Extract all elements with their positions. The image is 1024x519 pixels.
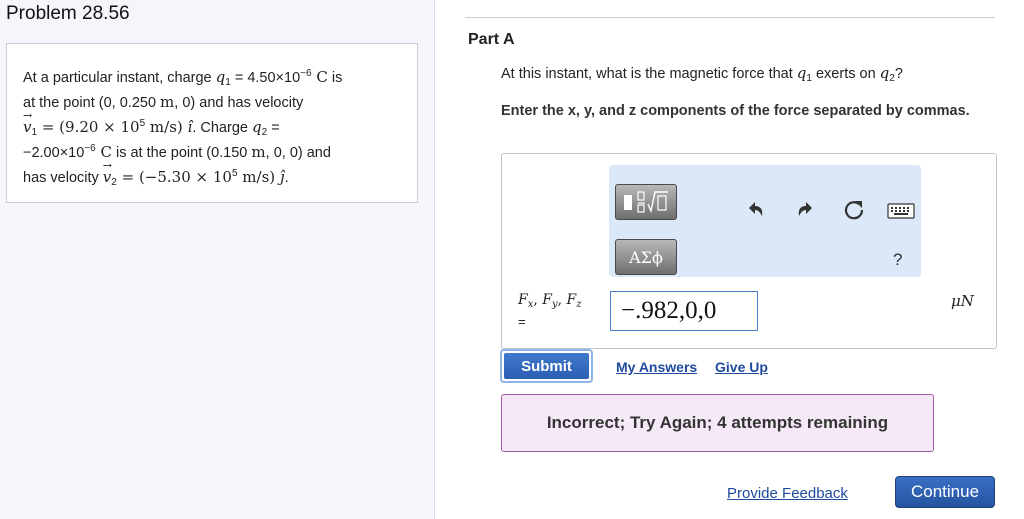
instruction-text: Enter the x, y, and z components of the …	[501, 103, 970, 119]
redo-button[interactable]	[794, 199, 816, 221]
templates-button[interactable]	[615, 184, 677, 220]
greek-icon: ΑΣϕ	[629, 247, 663, 267]
reset-button[interactable]	[842, 198, 866, 222]
answer-input[interactable]: −.982,0,0	[610, 291, 758, 331]
undo-button[interactable]	[745, 199, 767, 221]
question-text: At this instant, what is the magnetic fo…	[501, 64, 903, 84]
continue-button[interactable]: Continue	[895, 476, 995, 508]
submit-button[interactable]: Submit	[500, 349, 593, 383]
undo-icon	[749, 202, 763, 216]
problem-statement: At a particular instant, charge q1 = 4.5…	[23, 65, 403, 190]
help-icon[interactable]: ?	[893, 250, 902, 270]
problem-line-2: at the point (0, 0.250 m, 0) and has vel…	[23, 93, 304, 111]
my-answers-link[interactable]: My Answers	[616, 359, 697, 375]
problem-line-5: has velocity v2 = (−5.30 × 105 m/s) ĵ.	[23, 154, 403, 190]
reset-icon	[844, 201, 864, 220]
part-title: Part A	[468, 31, 515, 48]
greek-button[interactable]: ΑΣϕ	[615, 239, 677, 275]
problem-title: Problem 28.56	[6, 3, 130, 24]
provide-feedback-link[interactable]: Provide Feedback	[727, 485, 848, 502]
math-toolbar: ΑΣϕ ?	[609, 165, 921, 277]
give-up-link[interactable]: Give Up	[715, 359, 768, 375]
feedback-message: Incorrect; Try Again; 4 attempts remaini…	[501, 394, 934, 452]
divider	[465, 17, 995, 18]
part-panel: Part A At this instant, what is the magn…	[435, 0, 1024, 519]
redo-icon	[798, 202, 812, 216]
problem-line-1: At a particular instant, charge q1 = 4.5…	[23, 68, 343, 88]
unit-label: μN	[951, 292, 974, 310]
answer-box: ΑΣϕ ? Fx, Fy, Fz = −.982,0,0 μN	[501, 153, 997, 349]
answer-label: Fx, Fy, Fz =	[518, 292, 582, 329]
templates-icon	[624, 191, 668, 214]
problem-panel: Problem 28.56 At a particular instant, c…	[0, 0, 435, 519]
submit-label: Submit	[504, 353, 589, 379]
problem-line-4: −2.00×10−6 C is at the point (0.150 m, 0…	[23, 143, 331, 161]
keyboard-icon	[887, 203, 915, 219]
problem-line-3: v1 = (9.20 × 105 m/s) î. Charge q2 =	[23, 104, 403, 140]
problem-statement-box: At a particular instant, charge q1 = 4.5…	[6, 43, 418, 203]
keyboard-button[interactable]	[887, 203, 915, 219]
